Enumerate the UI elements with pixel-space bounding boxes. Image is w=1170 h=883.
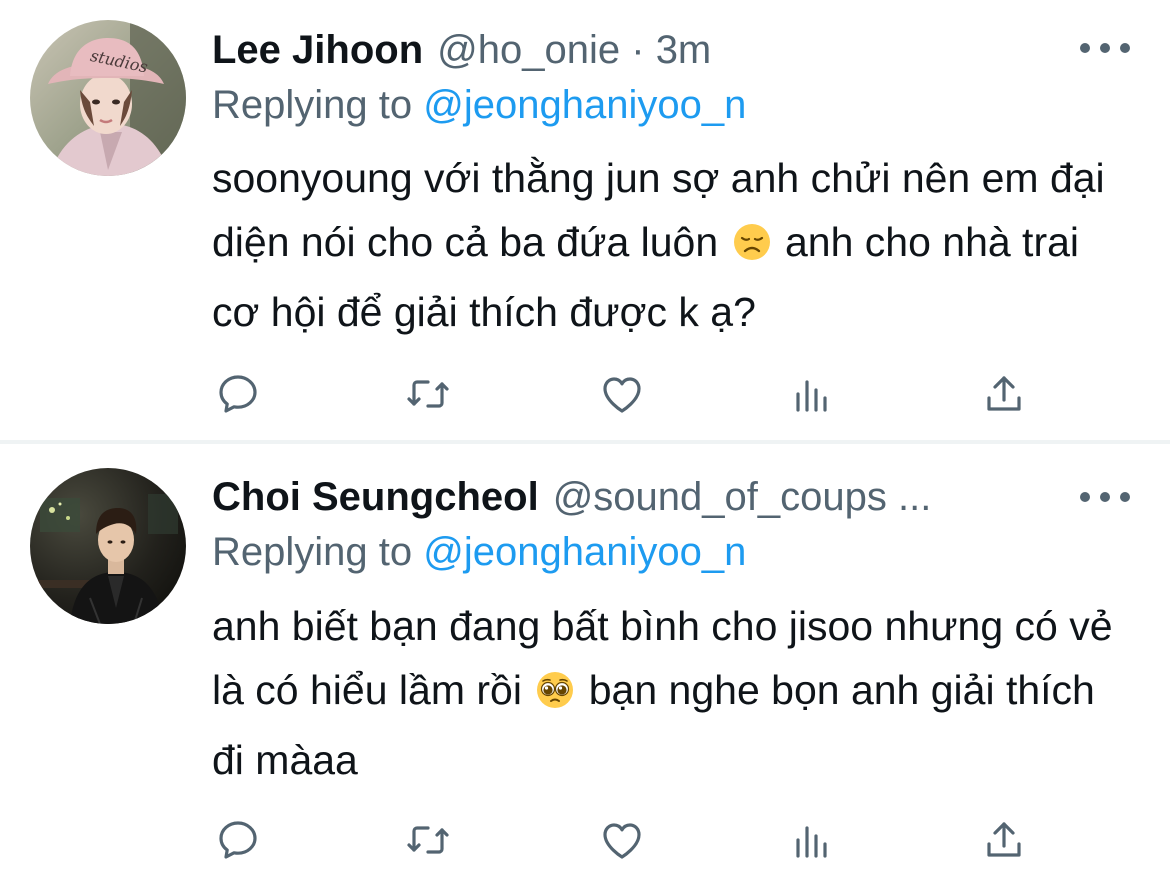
- handle[interactable]: @ho_onie: [437, 28, 620, 72]
- mention-link[interactable]: @jeonghaniyoo_n: [423, 83, 746, 127]
- tweet-text: anh biết bạn đang bất bình cho jisoo như…: [212, 594, 1132, 792]
- more-dot: [1100, 492, 1110, 502]
- share-icon[interactable]: [978, 814, 1030, 866]
- replying-to: Replying to @jeonghaniyoo_n: [212, 524, 746, 580]
- analytics-icon[interactable]: [786, 814, 838, 866]
- more-dot: [1120, 492, 1130, 502]
- analytics-icon[interactable]: [786, 368, 838, 420]
- more-dot: [1120, 43, 1130, 53]
- tweet-actions: [212, 814, 1042, 866]
- retweet-icon[interactable]: [402, 814, 454, 866]
- avatar[interactable]: [30, 468, 186, 624]
- replying-to-label: Replying to: [212, 83, 413, 127]
- display-name[interactable]: Lee Jihoon: [212, 22, 423, 78]
- tweet-text: soonyoung với thằng jun sợ anh chửi nên …: [212, 146, 1132, 344]
- more-icon[interactable]: [1080, 477, 1130, 517]
- avatar-photo: [30, 468, 186, 624]
- more-icon[interactable]: [1080, 28, 1130, 68]
- heart-icon[interactable]: [596, 814, 648, 866]
- share-icon[interactable]: [978, 368, 1030, 420]
- avatar-photo: studios: [30, 20, 186, 176]
- replying-to-label: Replying to: [212, 530, 413, 574]
- reply-icon[interactable]: [212, 368, 264, 420]
- pleading-face-emoji-icon: [535, 664, 575, 728]
- more-dot: [1100, 43, 1110, 53]
- heart-icon[interactable]: [596, 368, 648, 420]
- avatar[interactable]: studios: [30, 20, 186, 176]
- timestamp[interactable]: 3m: [656, 28, 712, 72]
- reply-icon[interactable]: [212, 814, 264, 866]
- display-name[interactable]: Choi Seungcheol: [212, 469, 539, 525]
- tweet[interactable]: studios Lee Jihoon @ho_onie · 3m Replyin…: [0, 0, 1170, 440]
- handle[interactable]: @sound_of_coups ...: [553, 469, 932, 525]
- tweet[interactable]: Choi Seungcheol @sound_of_coups ... Repl…: [0, 444, 1170, 883]
- tweet-header: Choi Seungcheol @sound_of_coups ...: [212, 469, 1130, 525]
- disappointed-face-emoji-icon: [732, 216, 772, 280]
- meta-separator: ·: [631, 28, 645, 72]
- more-dot: [1080, 492, 1090, 502]
- mention-link[interactable]: @jeonghaniyoo_n: [423, 530, 746, 574]
- tweet-meta: @ho_onie · 3m: [437, 22, 711, 78]
- replying-to: Replying to @jeonghaniyoo_n: [212, 77, 746, 133]
- more-dot: [1080, 43, 1090, 53]
- tweet-actions: [212, 368, 1042, 420]
- retweet-icon[interactable]: [402, 368, 454, 420]
- tweet-header: Lee Jihoon @ho_onie · 3m: [212, 22, 1130, 78]
